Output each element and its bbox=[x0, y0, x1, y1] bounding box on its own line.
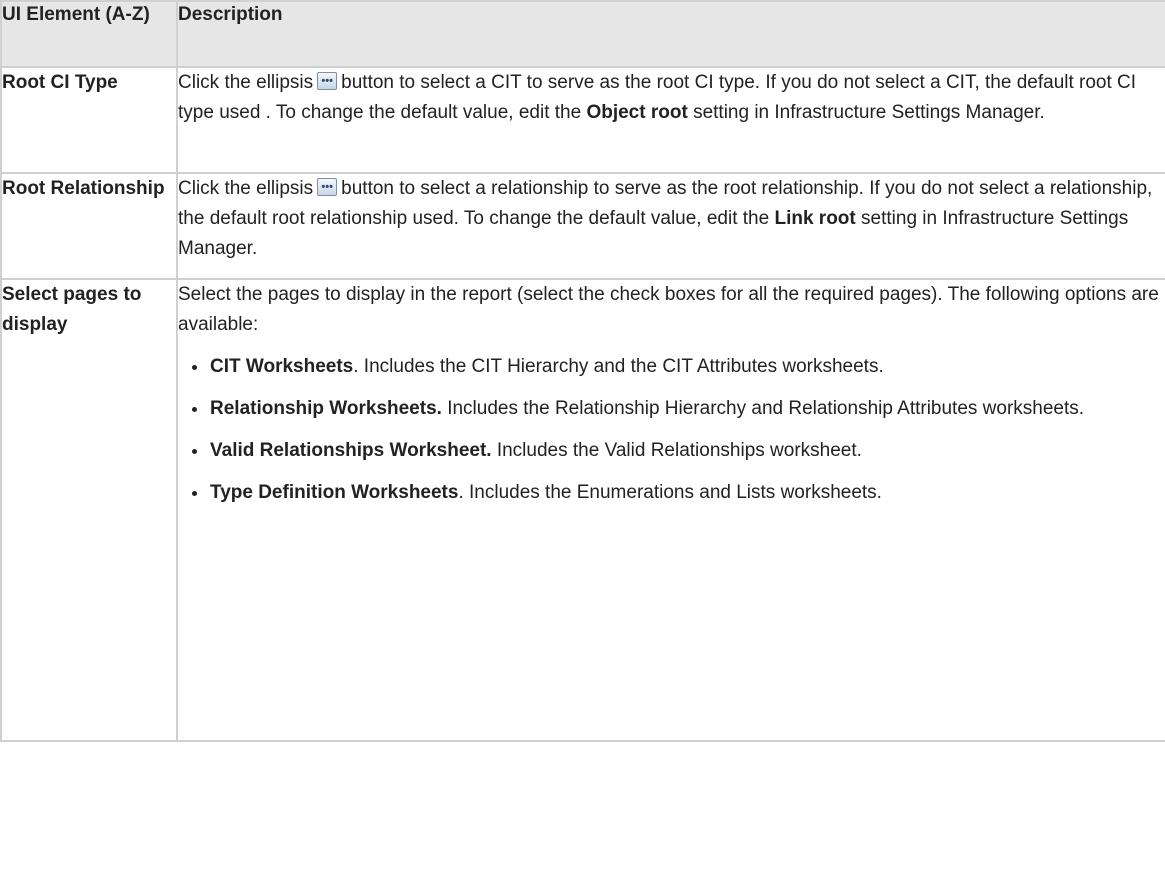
option-description: Includes the Relationship Hierarchy and … bbox=[441, 398, 1085, 419]
list-item: Type Definition Worksheets. Includes the… bbox=[178, 478, 1165, 508]
option-name: Relationship Worksheets. bbox=[210, 398, 442, 419]
options-list: CIT Worksheets. Includes the CIT Hierarc… bbox=[178, 352, 1165, 508]
option-description: Includes the Valid Relationships workshe… bbox=[491, 440, 862, 461]
description-text: Click the ellipsis bbox=[178, 72, 314, 93]
bullet-icon bbox=[192, 491, 197, 496]
ellipsis-icon: ••• bbox=[317, 178, 338, 196]
description-text: setting in Infrastructure Settings Manag… bbox=[693, 102, 1045, 123]
bullet-icon bbox=[192, 365, 197, 370]
setting-name: Link root bbox=[774, 208, 856, 229]
setting-name: Object root bbox=[586, 102, 688, 123]
column-header-description: Description bbox=[176, 0, 1165, 68]
option-description: . Includes the Enumerations and Lists wo… bbox=[458, 482, 882, 503]
option-name: Valid Relationships Worksheet. bbox=[210, 440, 492, 461]
description-text: Select the pages to display in the repor… bbox=[178, 284, 1159, 335]
ui-element-name: Root Relationship bbox=[0, 172, 178, 280]
description-text: Click the ellipsis bbox=[178, 178, 314, 199]
bullet-icon bbox=[192, 407, 197, 412]
table-header-row: UI Element (A-Z) Description bbox=[0, 0, 1165, 68]
ui-element-description: Click the ellipsis ••• button to select a … bbox=[176, 172, 1165, 280]
ui-element-description: Select the pages to display in the repor… bbox=[176, 278, 1165, 742]
column-header-ui-element: UI Element (A-Z) bbox=[0, 0, 178, 68]
table-row: Root Relationship Click the ellipsis ••• b… bbox=[0, 172, 1165, 280]
ellipsis-icon: ••• bbox=[317, 72, 338, 90]
option-name: Type Definition Worksheets bbox=[210, 482, 459, 503]
option-name: CIT Worksheets bbox=[210, 356, 354, 377]
bullet-icon bbox=[192, 449, 197, 454]
option-description: . Includes the CIT Hierarchy and the CIT… bbox=[353, 356, 884, 377]
table-row: Root CI Type Click the ellipsis ••• button… bbox=[0, 66, 1165, 174]
list-item: CIT Worksheets. Includes the CIT Hierarc… bbox=[178, 352, 1165, 382]
ui-element-name: Select pages to display bbox=[0, 278, 178, 742]
table-row: Select pages to display Select the pages… bbox=[0, 278, 1165, 742]
ui-elements-table-container: UI Element (A-Z) Description Root CI Typ… bbox=[0, 0, 1165, 875]
list-item: Relationship Worksheets. Includes the Re… bbox=[178, 394, 1165, 424]
ui-elements-table: UI Element (A-Z) Description Root CI Typ… bbox=[0, 0, 1165, 742]
ui-element-name: Root CI Type bbox=[0, 66, 178, 174]
ui-element-description: Click the ellipsis ••• button to select a … bbox=[176, 66, 1165, 174]
list-item: Valid Relationships Worksheet. Includes … bbox=[178, 436, 1165, 466]
